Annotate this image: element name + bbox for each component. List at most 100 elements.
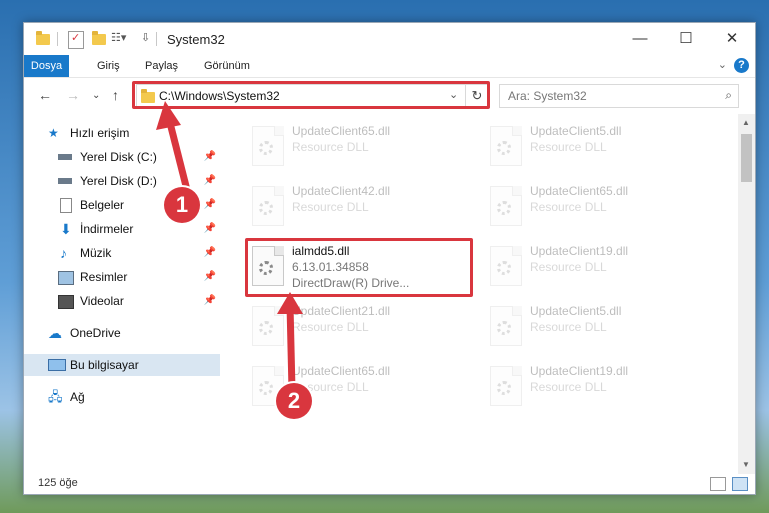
network-icon: 🖧 (48, 389, 63, 404)
sidebar-item-label: Resimler (80, 270, 128, 284)
file-item[interactable]: UpdateClient65.dll Resource DLL (478, 180, 708, 232)
address-highlight-box (132, 81, 490, 109)
gear-icon (497, 321, 511, 335)
download-icon: ⬇ (60, 221, 72, 237)
dll-file-icon (490, 246, 522, 286)
scroll-down-icon[interactable]: ▼ (742, 460, 750, 469)
file-item[interactable]: UpdateClient65.dll Resource DLL (240, 360, 470, 412)
star-icon: ★ (48, 126, 59, 140)
sidebar-item-music[interactable]: ♪ Müzik 📌 (24, 242, 220, 264)
sidebar-item-pictures[interactable]: Resimler 📌 (24, 266, 220, 288)
tab-giris[interactable]: Giriş (89, 55, 128, 77)
file-name: UpdateClient65.dll (530, 184, 629, 198)
pin-icon[interactable]: 📌 (204, 170, 216, 192)
callout-badge-1: 1 (164, 187, 200, 223)
back-arrow-icon[interactable]: ← (38, 87, 52, 103)
dll-file-icon (252, 186, 284, 226)
drive-icon (58, 178, 72, 184)
scrollbar-thumb[interactable] (741, 134, 752, 182)
minimize-button[interactable]: — (617, 23, 663, 55)
new-folder-icon[interactable] (92, 31, 106, 45)
file-name: UpdateClient65.dll (292, 124, 391, 138)
file-description: Resource DLL (530, 320, 607, 334)
scroll-up-icon[interactable]: ▲ (742, 118, 750, 127)
sidebar-item-label: Videolar (80, 294, 124, 308)
sidebar-item-local-disk-c[interactable]: Yerel Disk (C:) 📌 (24, 146, 220, 168)
gear-icon (259, 201, 273, 215)
dll-file-icon (490, 126, 522, 166)
window-title: System32 (167, 32, 225, 47)
properties-icon[interactable]: ✓ (68, 31, 84, 49)
sidebar-item-label: Ağ (70, 390, 85, 404)
file-description: Resource DLL (530, 260, 607, 274)
sidebar-item-quick-access[interactable]: ★ Hızlı erişim (24, 122, 220, 144)
sidebar-item-label: Yerel Disk (C:) (80, 150, 157, 164)
search-input[interactable]: Ara: System32 ⌕ (499, 84, 739, 108)
tab-paylas[interactable]: Paylaş (137, 55, 186, 77)
forward-arrow-icon[interactable]: → (66, 87, 80, 103)
maximize-button[interactable]: ☐ (663, 23, 709, 55)
sidebar-item-network[interactable]: 🖧 Ağ (24, 386, 220, 408)
videos-icon (58, 295, 74, 309)
help-icon[interactable]: ? (734, 58, 749, 73)
vertical-scrollbar[interactable]: ▲ ▼ (738, 114, 755, 474)
sidebar-item-label: Müzik (80, 246, 112, 260)
file-item[interactable]: UpdateClient19.dll Resource DLL (478, 240, 708, 292)
customize-toolbar-icon[interactable]: ⇩ (141, 31, 150, 47)
gear-icon (259, 381, 273, 395)
pin-icon[interactable]: 📌 (204, 290, 216, 312)
tab-gorunum[interactable]: Görünüm (196, 55, 258, 77)
file-description: Resource DLL (292, 140, 369, 154)
pin-icon[interactable]: 📌 (204, 194, 216, 216)
file-highlight-box (245, 238, 473, 297)
cloud-icon: ☁ (48, 325, 62, 341)
large-icons-view-icon[interactable] (732, 477, 748, 491)
recent-locations-icon[interactable]: ⌄ (92, 90, 100, 101)
up-arrow-icon[interactable]: ↑ (112, 87, 119, 103)
details-view-icon[interactable] (710, 477, 726, 491)
sidebar-item-label: Bu bilgisayar (70, 358, 139, 372)
file-description: Resource DLL (530, 380, 607, 394)
pin-icon[interactable]: 📌 (204, 146, 216, 168)
pin-icon[interactable]: 📌 (204, 218, 216, 240)
view-options-icon[interactable]: ☷▾ (111, 31, 131, 47)
pin-icon[interactable]: 📌 (204, 242, 216, 264)
ribbon-tabs: Dosya Giriş Paylaş Görünüm ⌄ ? (24, 55, 755, 78)
dll-file-icon (490, 186, 522, 226)
close-button[interactable]: ✕ (709, 23, 755, 55)
file-description: Resource DLL (292, 320, 369, 334)
divider (156, 32, 157, 46)
documents-icon (60, 198, 72, 213)
search-icon[interactable]: ⌕ (725, 88, 732, 103)
file-name: UpdateClient19.dll (530, 244, 629, 258)
file-name: UpdateClient65.dll (292, 364, 391, 378)
sidebar-item-this-pc[interactable]: Bu bilgisayar (24, 354, 220, 376)
callout-badge-2: 2 (276, 383, 312, 419)
gear-icon (259, 321, 273, 335)
sidebar-item-label: OneDrive (70, 326, 121, 340)
file-name: UpdateClient42.dll (292, 184, 391, 198)
file-item[interactable]: UpdateClient21.dll Resource DLL (240, 300, 470, 352)
dll-file-icon (490, 366, 522, 406)
file-name: UpdateClient21.dll (292, 304, 391, 318)
divider (57, 32, 58, 46)
gear-icon (497, 261, 511, 275)
file-item[interactable]: UpdateClient42.dll Resource DLL (240, 180, 470, 232)
file-name: UpdateClient5.dll (530, 304, 622, 318)
pin-icon[interactable]: 📌 (204, 266, 216, 288)
file-item[interactable]: UpdateClient5.dll Resource DLL (478, 300, 708, 352)
tab-dosya[interactable]: Dosya (24, 55, 69, 77)
file-item[interactable]: UpdateClient5.dll Resource DLL (478, 120, 708, 172)
sidebar-item-videos[interactable]: Videolar 📌 (24, 290, 220, 312)
file-name: UpdateClient5.dll (530, 124, 622, 138)
file-item[interactable]: UpdateClient65.dll Resource DLL (240, 120, 470, 172)
dll-file-icon (252, 126, 284, 166)
folder-icon (36, 31, 50, 45)
sidebar-item-label: İndirmeler (80, 222, 134, 236)
dll-file-icon (490, 306, 522, 346)
sidebar-item-downloads[interactable]: ⬇ İndirmeler 📌 (24, 218, 220, 240)
sidebar-item-onedrive[interactable]: ☁ OneDrive (24, 322, 220, 344)
file-item[interactable]: UpdateClient19.dll Resource DLL (478, 360, 708, 412)
gear-icon (259, 141, 273, 155)
expand-ribbon-icon[interactable]: ⌄ (718, 58, 727, 71)
